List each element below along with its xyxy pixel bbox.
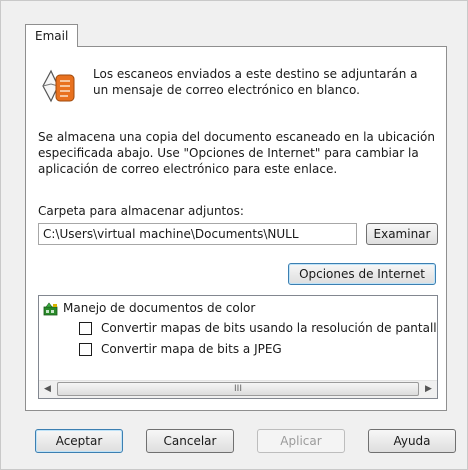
description-text: Se almacena una copia del documento esca… xyxy=(38,130,435,176)
scroll-right-icon[interactable]: ▶ xyxy=(420,381,437,398)
option-label: Convertir mapa de bits a JPEG xyxy=(101,342,282,356)
option-bitmap-screen-resolution[interactable]: Convertir mapas de bits usando la resolu… xyxy=(79,320,438,337)
scrollbar-thumb[interactable]: III xyxy=(57,382,419,396)
scroll-left-icon[interactable]: ◀ xyxy=(39,381,56,398)
tree-item-label: Manejo de documentos de color xyxy=(63,301,256,315)
help-button[interactable]: Ayuda xyxy=(368,429,456,453)
bitmap-screen-resolution-checkbox[interactable] xyxy=(79,322,92,335)
color-documents-icon xyxy=(43,302,58,315)
folder-label: Carpeta para almacenar adjuntos: xyxy=(38,204,244,218)
ok-button[interactable]: Aceptar xyxy=(35,429,123,453)
option-label: Convertir mapas de bits usando la resolu… xyxy=(101,321,438,335)
email-tab-panel: Los escaneos enviados a este destino se … xyxy=(25,46,447,411)
horizontal-scrollbar[interactable]: ◀ III ▶ xyxy=(39,380,437,398)
option-bitmap-to-jpeg[interactable]: Convertir mapa de bits a JPEG xyxy=(79,341,282,358)
cancel-button[interactable]: Cancelar xyxy=(146,429,234,453)
intro-text: Los escaneos enviados a este destino se … xyxy=(93,67,418,97)
internet-options-button[interactable]: Opciones de Internet xyxy=(288,263,436,285)
apply-button[interactable]: Aplicar xyxy=(257,429,345,453)
email-destination-icon xyxy=(42,69,75,103)
browse-button[interactable]: Examinar xyxy=(366,223,438,245)
bitmap-to-jpeg-checkbox[interactable] xyxy=(79,343,92,356)
email-properties-dialog: Email Los escaneos enviados a este desti… xyxy=(0,0,468,470)
tree-item-color-documents[interactable]: Manejo de documentos de color xyxy=(43,300,255,317)
folder-path-input[interactable] xyxy=(38,223,357,245)
options-tree[interactable]: Manejo de documentos de color Convertir … xyxy=(38,295,438,399)
tab-email[interactable]: Email xyxy=(25,24,79,47)
